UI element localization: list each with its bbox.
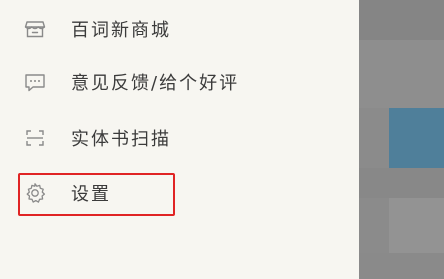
overlay-block xyxy=(359,0,444,40)
menu-item-settings-label: 设置 xyxy=(71,184,111,205)
app-screen: 百词新商城 意见反馈/给个好评 实体书扫描 设置 xyxy=(0,0,444,279)
menu-item-settings[interactable]: 设置 xyxy=(0,170,359,216)
menu-item-feedback[interactable]: 意见反馈/给个好评 xyxy=(0,59,359,105)
overlay-blue-block xyxy=(389,108,444,168)
menu-item-scan-book-label: 实体书扫描 xyxy=(71,129,171,150)
menu-item-scan-book[interactable]: 实体书扫描 xyxy=(0,115,359,161)
overlay-block xyxy=(359,40,444,108)
overlay-block xyxy=(359,253,444,279)
store-icon xyxy=(24,21,46,38)
overlay-block xyxy=(389,198,444,253)
side-drawer: 百词新商城 意见反馈/给个好评 实体书扫描 设置 xyxy=(0,0,359,279)
dimmed-background-overlay[interactable] xyxy=(359,0,444,279)
menu-item-store-label: 百词新商城 xyxy=(71,20,171,41)
menu-item-feedback-label: 意见反馈/给个好评 xyxy=(71,73,240,94)
scan-frame-icon xyxy=(26,130,44,146)
gear-icon xyxy=(26,183,46,203)
menu-item-store[interactable]: 百词新商城 xyxy=(0,6,359,52)
overlay-block xyxy=(359,168,444,198)
chat-bubble-icon xyxy=(25,74,45,92)
